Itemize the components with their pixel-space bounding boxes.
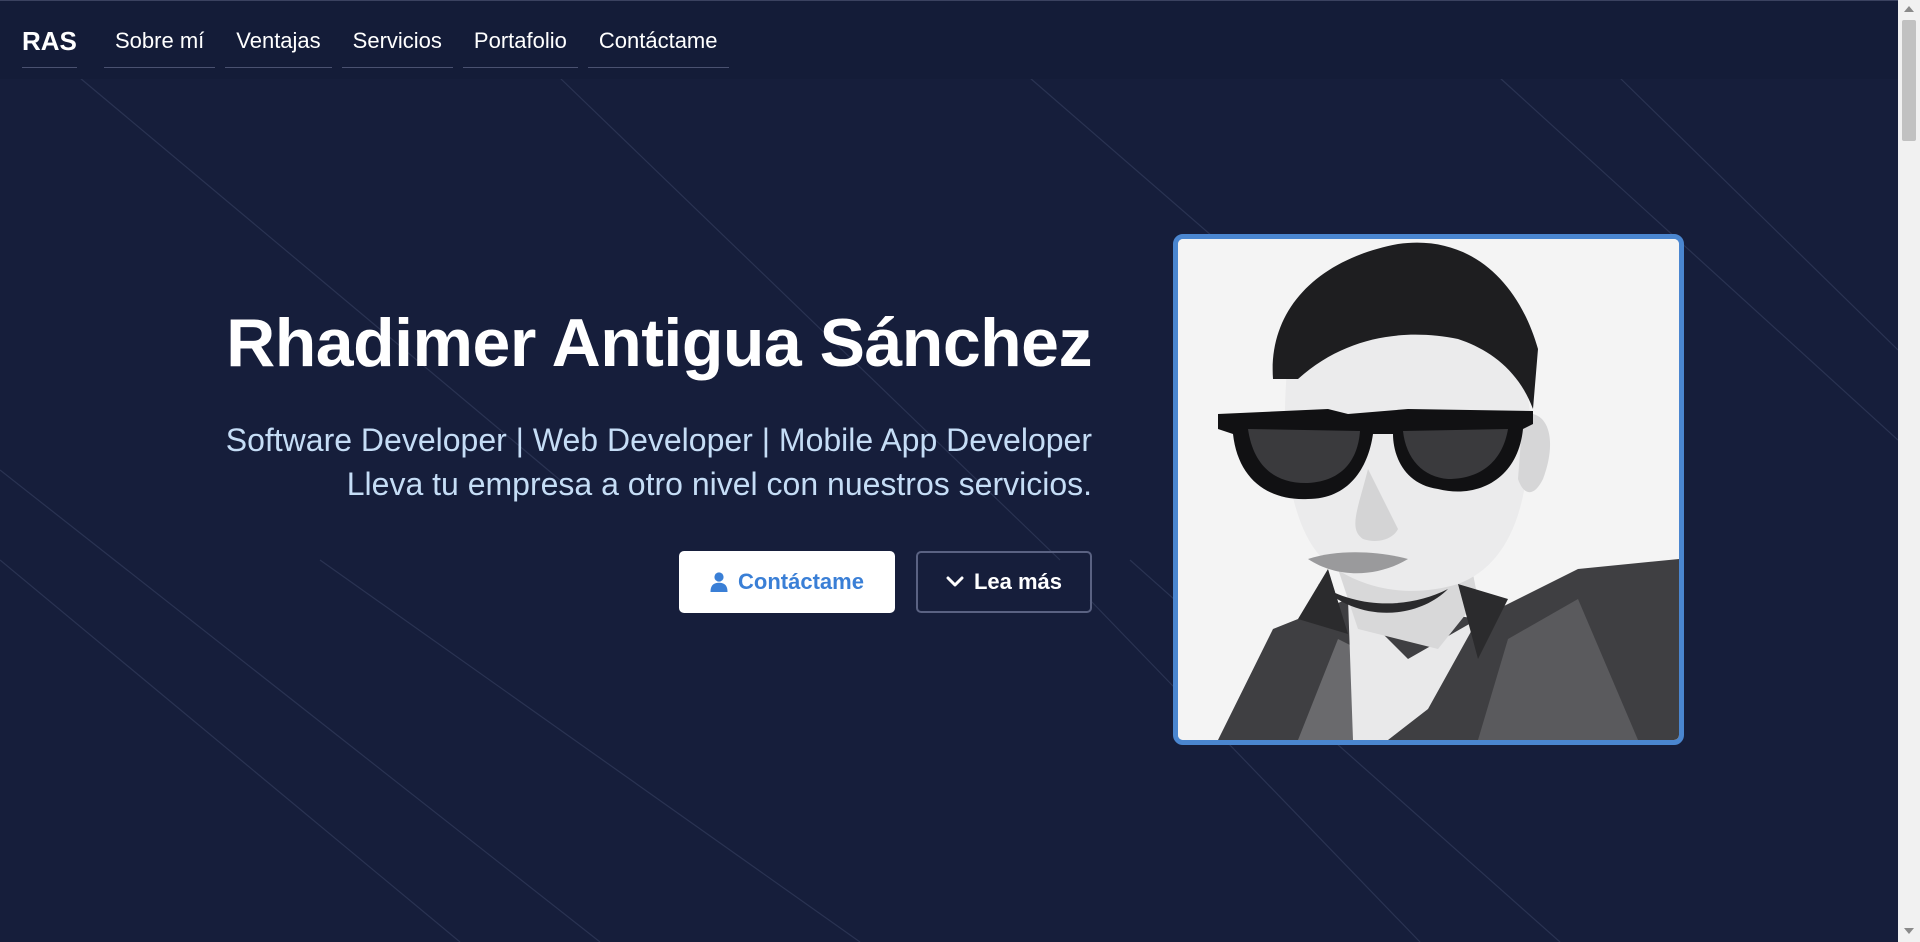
page: RAS Sobre mí Ventajas Servicios Portafol…	[0, 0, 1920, 942]
scroll-up-icon[interactable]	[1904, 6, 1914, 12]
portrait-illustration	[1178, 239, 1679, 740]
chevron-down-icon	[946, 576, 964, 587]
contact-button-label: Contáctame	[738, 569, 864, 594]
nav-link-contactame[interactable]: Contáctame	[587, 21, 729, 68]
navbar: RAS Sobre mí Ventajas Servicios Portafol…	[0, 0, 1898, 79]
hero-title: Rhadimer Antigua Sánchez	[226, 305, 1092, 381]
hero-subtitle: Software Developer | Web Developer | Mob…	[226, 418, 1092, 506]
hero-subtitle-line-2: Lleva tu empresa a otro nivel con nuestr…	[346, 466, 1092, 502]
nav-links: Sobre mí Ventajas Servicios Portafolio C…	[104, 21, 729, 68]
brand-logo[interactable]: RAS	[22, 21, 77, 68]
scrollbar-thumb[interactable]	[1902, 20, 1916, 141]
nav-link-sobre-mi[interactable]: Sobre mí	[104, 21, 216, 68]
read-more-button-label: Lea más	[973, 569, 1063, 594]
user-icon	[710, 572, 728, 592]
read-more-button[interactable]: Lea más	[916, 551, 1092, 613]
hero-subtitle-line-1: Software Developer | Web Developer | Mob…	[225, 422, 1092, 458]
page-scrollbar[interactable]	[1898, 0, 1920, 942]
hero-buttons: Contáctame Lea más	[679, 551, 1092, 613]
contact-button[interactable]: Contáctame	[679, 551, 895, 613]
nav-link-servicios[interactable]: Servicios	[341, 21, 453, 68]
nav-link-ventajas[interactable]: Ventajas	[225, 21, 332, 68]
profile-photo	[1173, 234, 1684, 745]
nav-link-portafolio[interactable]: Portafolio	[462, 21, 578, 68]
scroll-down-icon[interactable]	[1904, 928, 1914, 934]
